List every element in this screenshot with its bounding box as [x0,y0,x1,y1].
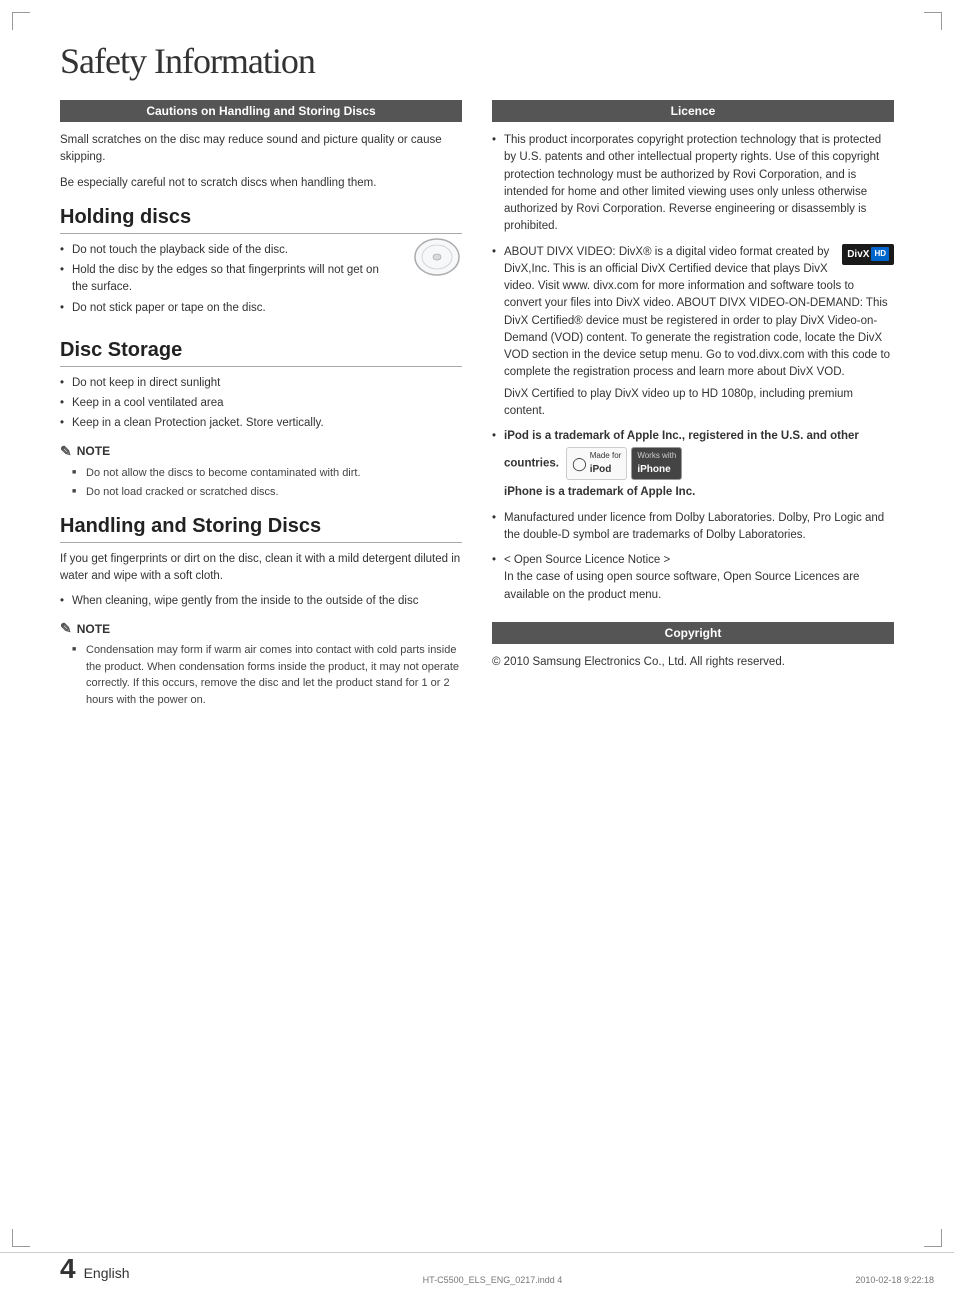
opensource-text1: < Open Source Licence Notice > [504,552,894,569]
note-icon-2: ✎ [60,620,72,637]
intro-text-1: Small scratches on the disc may reduce s… [60,132,462,167]
licence-section-header: Licence [492,100,894,122]
licence-item-opensource: < Open Source Licence Notice > In the ca… [492,552,894,604]
right-column: Licence This product incorporates copyri… [492,100,894,718]
note-item: Condensation may form if warm air comes … [72,642,462,708]
page-language: English [84,1265,130,1281]
licence-list: This product incorporates copyright prot… [492,132,894,604]
page-number-section: 4 English [60,1253,130,1285]
two-column-layout: Cautions on Handling and Storing Discs S… [60,100,894,718]
footer-date: 2010-02-18 9:22:18 [855,1275,934,1285]
note-list-1: Do not allow the discs to become contami… [72,465,462,501]
divx-badge: DivX HD [842,244,894,265]
copyright-header: Copyright [492,622,894,644]
page-wrapper: Safety Information Cautions on Handling … [0,0,954,1307]
left-column: Cautions on Handling and Storing Discs S… [60,100,462,718]
dolby-text: Manufactured under licence from Dolby La… [504,512,884,541]
corner-mark-tr [924,12,942,30]
copyright-section: Copyright © 2010 Samsung Electronics Co.… [492,622,894,671]
copyright-text: This product incorporates copyright prot… [504,134,881,232]
intro-text-2: Be especially careful not to scratch dis… [60,175,462,192]
corner-mark-tl [12,12,30,30]
note-label-2: ✎ NOTE [60,620,462,637]
copyright-text: © 2010 Samsung Electronics Co., Ltd. All… [492,654,894,671]
footer-file: HT-C5500_ELS_ENG_0217.indd 4 [423,1275,563,1285]
list-item: Do not stick paper or tape on the disc. [60,300,462,317]
opensource-text2: In the case of using open source softwar… [504,569,894,604]
licence-item-copyright: This product incorporates copyright prot… [492,132,894,236]
list-item: Do not touch the playback side of the di… [60,242,462,259]
licence-item-ipod: iPod is a trademark of Apple Inc., regis… [492,428,894,502]
page-number: 4 [60,1253,76,1285]
ipod-badges: ◯ Made for iPod Works with iPhone [566,447,682,480]
disc-storage-note: ✎ NOTE Do not allow the discs to become … [60,443,462,501]
divx-badge-container: DivX HD [842,244,894,265]
page-title: Safety Information [60,40,894,82]
note-item: Do not load cracked or scratched discs. [72,484,462,501]
holding-discs-list: Do not touch the playback side of the di… [60,242,462,317]
divx-text-before: ABOUT DIVX VIDEO: DivX® is a digital vid… [504,246,890,379]
holding-discs-content: Do not touch the playback side of the di… [60,242,462,325]
holding-discs-title: Holding discs [60,206,462,234]
corner-mark-bl [12,1229,30,1247]
divx-text-after: DivX Certified to play DivX video up to … [504,386,894,421]
iphone-trademark: iPhone is a trademark of Apple Inc. [504,484,894,501]
list-item: Keep in a clean Protection jacket. Store… [60,415,462,432]
ipod-icon: ◯ [572,454,587,474]
note-label-1: ✎ NOTE [60,443,462,460]
handling-list: When cleaning, wipe gently from the insi… [60,593,462,610]
disc-storage-title: Disc Storage [60,339,462,367]
corner-mark-br [924,1229,942,1247]
handling-intro: If you get fingerprints or dirt on the d… [60,551,462,586]
ipod-badge: ◯ Made for iPod [566,447,627,480]
list-item: Do not keep in direct sunlight [60,375,462,392]
note-icon-1: ✎ [60,443,72,460]
licence-item-dolby: Manufactured under licence from Dolby La… [492,510,894,545]
handling-note: ✎ NOTE Condensation may form if warm air… [60,620,462,708]
iphone-badge: Works with iPhone [631,447,682,480]
divx-content: DivX HD ABOUT DIVX VIDEO: DivX® is a dig… [504,244,894,382]
ipod-badge-content: Made for iPod [590,450,622,477]
list-item: Hold the disc by the edges so that finge… [60,262,462,297]
list-item: Keep in a cool ventilated area [60,395,462,412]
disc-storage-list: Do not keep in direct sunlight Keep in a… [60,375,462,433]
note-list-2: Condensation may form if warm air comes … [72,642,462,708]
note-item: Do not allow the discs to become contami… [72,465,462,482]
handling-title: Handling and Storing Discs [60,515,462,543]
divx-badge-text: DivX [847,247,869,262]
divx-hd-badge: HD [871,247,889,261]
iphone-badge-content: Works with iPhone [637,450,676,477]
left-section-header: Cautions on Handling and Storing Discs [60,100,462,122]
page-footer: 4 English HT-C5500_ELS_ENG_0217.indd 4 2… [0,1252,954,1285]
licence-item-divx: DivX HD ABOUT DIVX VIDEO: DivX® is a dig… [492,244,894,421]
list-item: When cleaning, wipe gently from the insi… [60,593,462,610]
